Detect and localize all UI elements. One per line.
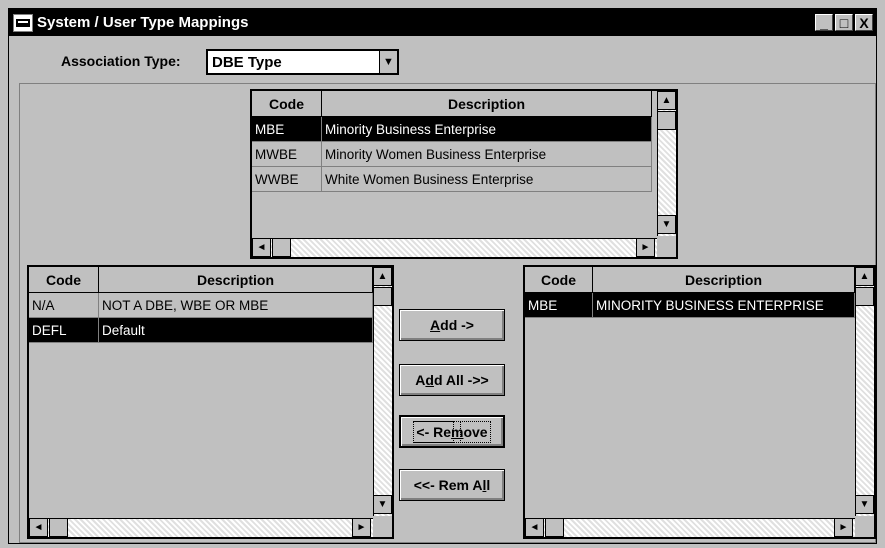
horizontal-scrollbar[interactable]: ◄ ►	[252, 238, 657, 257]
column-header-code[interactable]: Code	[29, 267, 99, 292]
scroll-left-icon[interactable]: ◄	[29, 518, 48, 537]
scroll-down-icon[interactable]: ▼	[657, 215, 676, 234]
table-row[interactable]: MBE Minority Business Enterprise	[252, 117, 652, 142]
association-type-select[interactable]: DBE Type ▼	[206, 49, 399, 75]
scroll-up-icon[interactable]: ▲	[855, 267, 874, 286]
vertical-scrollbar[interactable]: ▲ ▼	[855, 267, 874, 516]
app-icon[interactable]	[13, 13, 33, 32]
column-header-description[interactable]: Description	[593, 267, 855, 292]
cell-description: Default	[99, 318, 373, 342]
table-row[interactable]: MBE MINORITY BUSINESS ENTERPRISE	[525, 293, 855, 318]
chevron-down-icon[interactable]: ▼	[379, 51, 397, 73]
column-header-description[interactable]: Description	[322, 91, 652, 116]
table-row[interactable]: DEFL Default	[29, 318, 373, 343]
cell-description: Minority Women Business Enterprise	[322, 142, 652, 166]
close-button[interactable]: X	[855, 14, 873, 31]
cell-code: N/A	[29, 293, 99, 317]
scroll-right-icon[interactable]: ►	[834, 518, 853, 537]
assigned-types-grid[interactable]: Code Description MBE MINORITY BUSINESS E…	[523, 265, 876, 539]
cell-description: White Women Business Enterprise	[322, 167, 652, 191]
add-all-button[interactable]: Add All ->>	[399, 364, 505, 396]
cell-description: MINORITY BUSINESS ENTERPRISE	[593, 293, 855, 317]
horizontal-scrollbar[interactable]: ◄ ►	[29, 518, 373, 537]
table-row[interactable]: MWBE Minority Women Business Enterprise	[252, 142, 652, 167]
available-types-grid[interactable]: Code Description N/A NOT A DBE, WBE OR M…	[27, 265, 394, 539]
vertical-scrollbar[interactable]: ▲ ▼	[657, 91, 676, 236]
scroll-down-icon[interactable]: ▼	[855, 495, 874, 514]
title-bar[interactable]: System / User Type Mappings _ □ X	[9, 9, 876, 36]
scroll-up-icon[interactable]: ▲	[657, 91, 676, 110]
column-header-code[interactable]: Code	[525, 267, 593, 292]
scroll-up-icon[interactable]: ▲	[373, 267, 392, 286]
table-row[interactable]: WWBE White Women Business Enterprise	[252, 167, 652, 192]
main-window: System / User Type Mappings _ □ X Associ…	[8, 8, 877, 544]
maximize-button[interactable]: □	[835, 14, 853, 31]
minimize-button[interactable]: _	[815, 14, 833, 31]
cell-code: DEFL	[29, 318, 99, 342]
scroll-thumb[interactable]	[657, 111, 676, 130]
system-types-grid[interactable]: Code Description MBE Minority Business E…	[250, 89, 678, 259]
scroll-left-icon[interactable]: ◄	[252, 238, 271, 257]
window-title: System / User Type Mappings	[37, 14, 249, 31]
association-type-label: Association Type:	[61, 53, 181, 69]
add-button[interactable]: Add ->	[399, 309, 505, 341]
horizontal-scrollbar[interactable]: ◄ ►	[525, 518, 855, 537]
cell-description: Minority Business Enterprise	[322, 117, 652, 141]
scroll-down-icon[interactable]: ▼	[373, 495, 392, 514]
scroll-thumb[interactable]	[272, 238, 291, 257]
association-type-value: DBE Type	[212, 53, 282, 71]
scroll-thumb[interactable]	[49, 518, 68, 537]
cell-code: MBE	[252, 117, 322, 141]
scroll-thumb[interactable]	[855, 287, 874, 306]
cell-code: MBE	[525, 293, 593, 317]
remove-all-button[interactable]: <<- Rem All	[399, 469, 505, 501]
remove-button[interactable]: <- Remove	[399, 415, 505, 448]
column-header-description[interactable]: Description	[99, 267, 373, 292]
column-header-code[interactable]: Code	[252, 91, 322, 116]
scroll-thumb[interactable]	[373, 287, 392, 306]
cell-code: MWBE	[252, 142, 322, 166]
scroll-thumb[interactable]	[545, 518, 564, 537]
scroll-right-icon[interactable]: ►	[352, 518, 371, 537]
scroll-left-icon[interactable]: ◄	[525, 518, 544, 537]
cell-description: NOT A DBE, WBE OR MBE	[99, 293, 373, 317]
cell-code: WWBE	[252, 167, 322, 191]
scroll-right-icon[interactable]: ►	[636, 238, 655, 257]
vertical-scrollbar[interactable]: ▲ ▼	[373, 267, 392, 516]
table-row[interactable]: N/A NOT A DBE, WBE OR MBE	[29, 293, 373, 318]
